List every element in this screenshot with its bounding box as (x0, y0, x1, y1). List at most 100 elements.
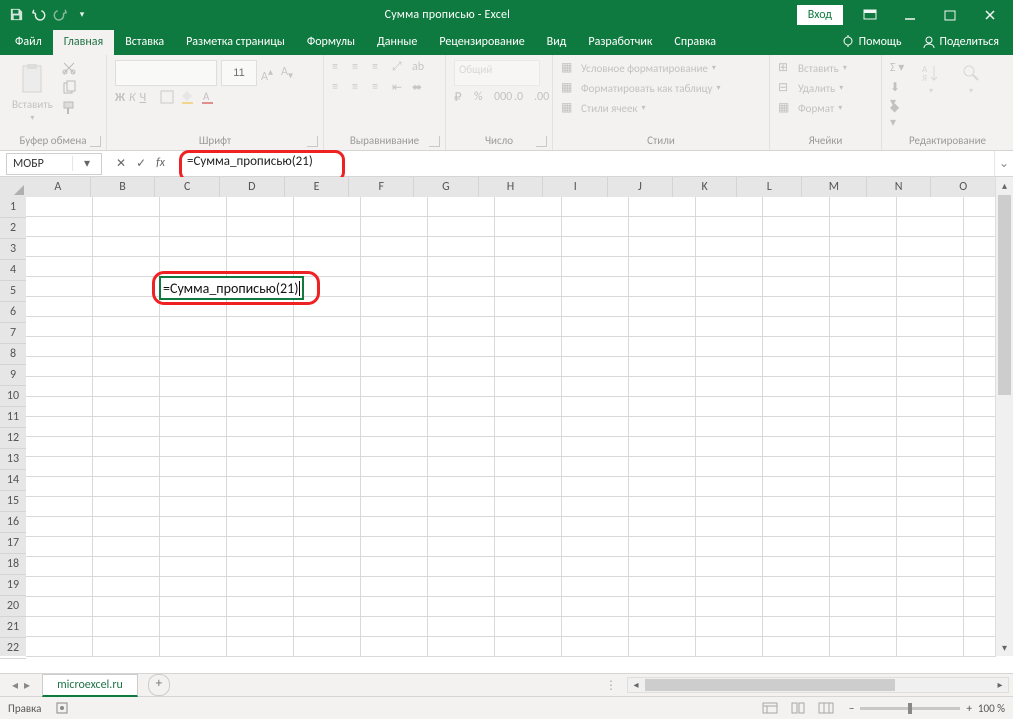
tab-page-layout[interactable]: Разметка страницы (175, 30, 296, 55)
cell-styles-icon[interactable]: ▦ (561, 100, 577, 116)
tab-review[interactable]: Рецензирование (428, 30, 535, 55)
qat-customize-icon[interactable]: ▾ (74, 7, 90, 23)
row-header[interactable]: 6 (0, 302, 26, 323)
col-header[interactable]: O (931, 177, 996, 197)
fill-color-icon[interactable] (180, 90, 196, 106)
font-name-box[interactable] (115, 60, 217, 86)
zoom-control[interactable]: − + 100 % (849, 702, 1005, 715)
col-header[interactable]: H (479, 177, 544, 197)
row-header[interactable]: 14 (0, 470, 26, 491)
row-header[interactable]: 2 (0, 218, 26, 239)
col-header[interactable]: F (349, 177, 414, 197)
decrease-font-icon[interactable]: A▾ (281, 65, 297, 81)
col-header[interactable]: I (543, 177, 608, 197)
scroll-left-icon[interactable]: ◂ (628, 678, 644, 692)
login-button[interactable]: Вход (797, 5, 843, 25)
row-header[interactable]: 1 (0, 197, 26, 218)
tab-file[interactable]: Файл (4, 30, 53, 55)
normal-view-icon[interactable] (757, 698, 783, 718)
fill-icon[interactable]: ⬇ ▾ (890, 80, 906, 96)
format-cells-icon[interactable]: ▦ (778, 100, 794, 116)
italic-button[interactable]: К (129, 91, 136, 105)
comma-icon[interactable]: 000 (494, 90, 510, 106)
page-layout-view-icon[interactable] (785, 698, 811, 718)
sort-filter-button[interactable]: AЯ▾ (916, 60, 946, 98)
zoom-out-icon[interactable]: − (849, 702, 854, 715)
orientation-icon[interactable]: ⤢ (392, 60, 408, 76)
row-header[interactable]: 13 (0, 449, 26, 470)
col-header[interactable]: A (26, 177, 91, 197)
expand-formula-bar-icon[interactable]: ⌄ (994, 151, 1013, 176)
row-header[interactable]: 4 (0, 260, 26, 281)
col-header[interactable]: B (91, 177, 156, 197)
col-header[interactable]: C (155, 177, 220, 197)
vscroll-thumb[interactable] (998, 195, 1011, 395)
bold-button[interactable]: Ж (115, 91, 125, 105)
clear-icon[interactable]: ◆ ▾ (890, 100, 906, 116)
horizontal-scrollbar[interactable]: ◂ ▸ (627, 677, 1009, 693)
col-header[interactable]: M (802, 177, 867, 197)
cancel-formula-icon[interactable]: ✕ (116, 156, 126, 171)
number-launcher[interactable] (536, 136, 547, 147)
zoom-in-icon[interactable]: + (966, 702, 971, 715)
align-left-icon[interactable]: ≡ (332, 80, 348, 96)
row-header[interactable]: 20 (0, 596, 26, 617)
percent-icon[interactable]: % (474, 90, 490, 106)
font-launcher[interactable] (307, 136, 318, 147)
insert-cells-icon[interactable]: ⊞ (778, 60, 794, 76)
active-cell[interactable]: =Сумма_прописью(21) (159, 276, 304, 300)
tab-developer[interactable]: Разработчик (577, 30, 663, 55)
new-sheet-button[interactable]: + (148, 674, 170, 696)
row-header[interactable]: 19 (0, 575, 26, 596)
row-header[interactable]: 16 (0, 512, 26, 533)
tab-home[interactable]: Главная (53, 30, 114, 55)
copy-icon[interactable] (61, 80, 77, 96)
zoom-level[interactable]: 100 % (978, 702, 1005, 715)
row-header[interactable]: 12 (0, 428, 26, 449)
row-header[interactable]: 7 (0, 323, 26, 344)
tab-data[interactable]: Данные (366, 30, 428, 55)
row-header[interactable]: 9 (0, 365, 26, 386)
tab-view[interactable]: Вид (536, 30, 578, 55)
paste-button[interactable]: Вставить ▾ (8, 60, 57, 125)
minimize-icon[interactable] (897, 6, 923, 24)
tell-me[interactable]: Помощь (831, 35, 912, 55)
merge-icon[interactable]: ⬌ (412, 80, 428, 96)
align-right-icon[interactable]: ≡ (372, 80, 388, 96)
row-header[interactable]: 3 (0, 239, 26, 260)
select-all-button[interactable] (0, 177, 27, 198)
vertical-scrollbar[interactable]: ▴ ▾ (995, 177, 1013, 656)
row-header[interactable]: 21 (0, 617, 26, 638)
row-header[interactable]: 22 (0, 638, 26, 659)
increase-font-icon[interactable]: A▴ (261, 65, 277, 81)
cut-icon[interactable] (61, 60, 77, 76)
worksheet-grid[interactable]: ABCDEFGHIJKLMNO 123456789101112131415161… (0, 177, 1013, 673)
page-break-view-icon[interactable] (813, 698, 839, 718)
font-size-box[interactable] (221, 60, 257, 86)
row-header[interactable]: 8 (0, 344, 26, 365)
next-sheet-icon[interactable]: ▸ (24, 678, 30, 693)
cond-format-icon[interactable]: ▦ (561, 60, 577, 76)
col-header[interactable]: K (673, 177, 738, 197)
tab-insert[interactable]: Вставка (114, 30, 175, 55)
decrease-decimal-icon[interactable]: .00 (534, 90, 550, 106)
name-box-dropdown-icon[interactable]: ▾ (72, 156, 101, 171)
tab-help[interactable]: Справка (663, 30, 727, 55)
sheet-tab-active[interactable]: microexcel.ru (42, 674, 138, 697)
row-header[interactable]: 18 (0, 554, 26, 575)
increase-decimal-icon[interactable]: .0 (514, 90, 530, 106)
scroll-down-icon[interactable]: ▾ (996, 639, 1013, 656)
col-header[interactable]: G (414, 177, 479, 197)
row-header[interactable]: 15 (0, 491, 26, 512)
align-middle-icon[interactable]: ≡ (352, 60, 368, 76)
save-icon[interactable] (8, 7, 24, 23)
prev-sheet-icon[interactable]: ◂ (12, 678, 18, 693)
name-box[interactable]: МОБР ▾ (6, 153, 102, 175)
underline-button[interactable]: Ч (140, 91, 147, 105)
formula-input[interactable]: =Сумма_прописью(21) (187, 154, 313, 169)
redo-icon[interactable] (52, 7, 68, 23)
column-headers[interactable]: ABCDEFGHIJKLMNO (26, 177, 996, 198)
col-header[interactable]: L (737, 177, 802, 197)
currency-icon[interactable]: ₽ (454, 90, 470, 106)
close-icon[interactable] (977, 6, 1003, 24)
